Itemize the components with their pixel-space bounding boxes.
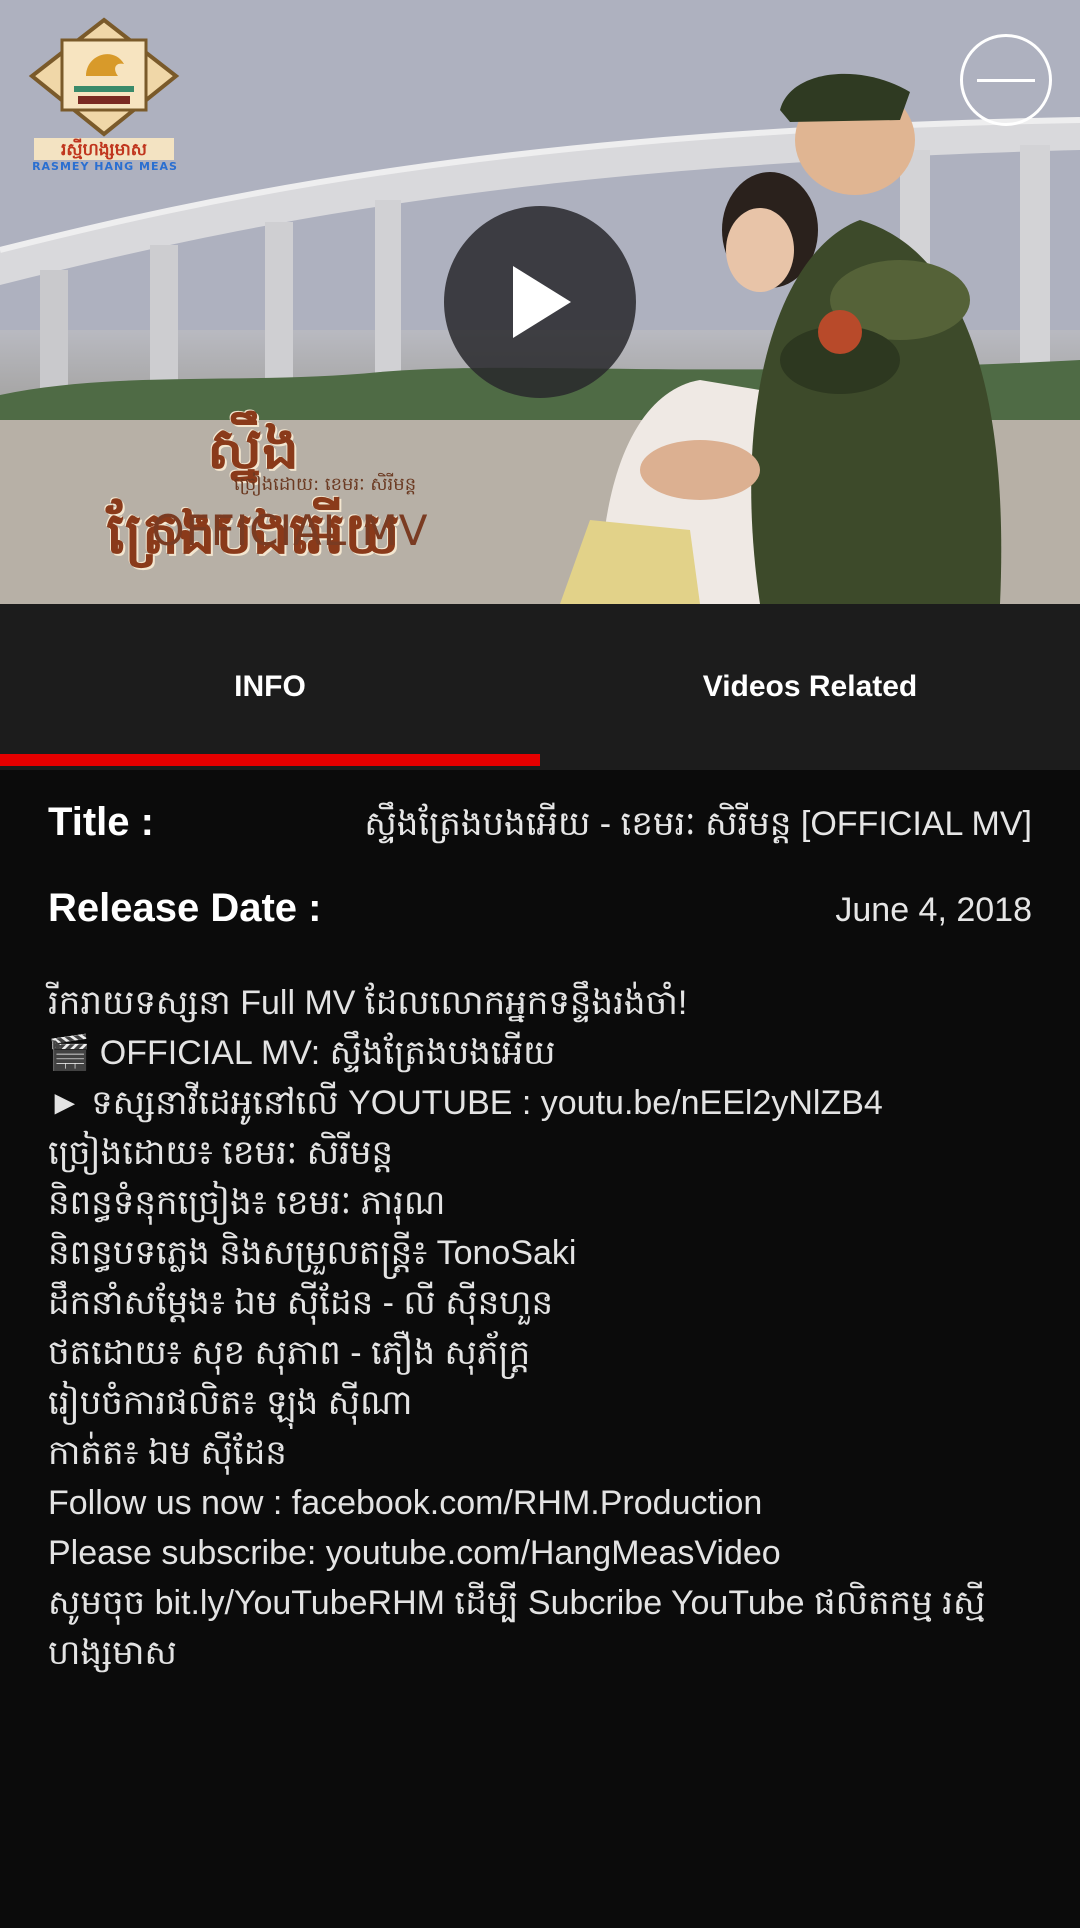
description-line: និពន្ធបទភ្លេង និងសម្រួលតន្ត្រី៖ TonoSaki xyxy=(48,1234,577,1272)
mv-official-art: OFFICIAL MV xyxy=(151,506,429,555)
description-line: ► ទស្សនាវីដេអូនៅលើ YOUTUBE : youtu.be/nE… xyxy=(48,1084,883,1122)
subscribe-link[interactable]: សូមចុច bit.ly/YouTubeRHM ដើម្បី Subcribe… xyxy=(48,1578,1038,1678)
tab-videos-related[interactable]: Videos Related xyxy=(540,604,1080,770)
svg-text:រស្មីហង្សមាស: រស្មីហង្សមាស xyxy=(61,138,147,160)
active-tab-indicator xyxy=(0,754,540,766)
title-value: ស្ទឹងត្រែងបងអើយ - ខេមរៈ សិរីមន្ត [OFFICI… xyxy=(364,805,1032,843)
description-line: ច្រៀងដោយ៖ ខេមរៈ សិរីមន្ត xyxy=(48,1134,394,1172)
tab-bar: INFO Videos Related xyxy=(0,604,1080,770)
title-row: Title : ស្ទឹងត្រែងបងអើយ - ខេមរៈ សិរីមន្ត… xyxy=(48,800,1032,852)
title-label: Title : xyxy=(48,800,154,844)
minimize-button[interactable] xyxy=(960,34,1052,126)
description-line: ថតដោយ៖ សុខ សុភាព - ភឿង សុភ័ក្ត្រ xyxy=(48,1334,531,1372)
tab-info[interactable]: INFO xyxy=(0,604,540,770)
mv-subtitle-art: ច្រៀងដោយ: ខេមរៈ សិរីមន្ត xyxy=(233,474,417,495)
description-line: 🎬 OFFICIAL MV: ស្ទឹងត្រែងបងអើយ xyxy=(48,1034,556,1072)
logo-caption: RASMEY HANG MEAS xyxy=(32,160,178,173)
release-date-value: June 4, 2018 xyxy=(835,891,1032,929)
facebook-link[interactable]: Follow us now : facebook.com/RHM.Product… xyxy=(48,1478,1038,1528)
description-line: ដឹកនាំសម្តែង៖ ឯម ស៊ីដែន - លី ស៊ីនហួន xyxy=(48,1284,554,1322)
description-line: និពន្ធទំនុកច្រៀង៖ ខេមរៈ ភារុណ xyxy=(48,1184,446,1222)
release-date-row: Release Date : June 4, 2018 xyxy=(48,886,1032,931)
video-description: រីករាយទស្សនា Full MV ដែលលោកអ្នកទន្ទឹងរង់… xyxy=(48,978,1038,1678)
play-button[interactable] xyxy=(444,206,636,398)
video-detail-screen: រស្មីហង្សមាស RASMEY HANG MEAS ស្នឹងត្រែង… xyxy=(0,0,1080,1928)
play-icon xyxy=(513,266,571,338)
description-line: កាត់ត៖ ឯម ស៊ីដែន xyxy=(48,1434,287,1472)
release-date-label: Release Date : xyxy=(48,886,322,930)
description-line: រីករាយទស្សនា Full MV ដែលលោកអ្នកទន្ទឹងរង់… xyxy=(48,984,688,1022)
youtube-subscribe-link[interactable]: Please subscribe: youtube.com/HangMeasVi… xyxy=(48,1528,1038,1578)
description-line: រៀបចំការផលិត៖ ឡុង ស៊ីណា xyxy=(48,1384,413,1422)
minimize-icon xyxy=(977,79,1035,82)
video-thumbnail[interactable]: រស្មីហង្សមាស RASMEY HANG MEAS ស្នឹងត្រែង… xyxy=(0,0,1080,604)
